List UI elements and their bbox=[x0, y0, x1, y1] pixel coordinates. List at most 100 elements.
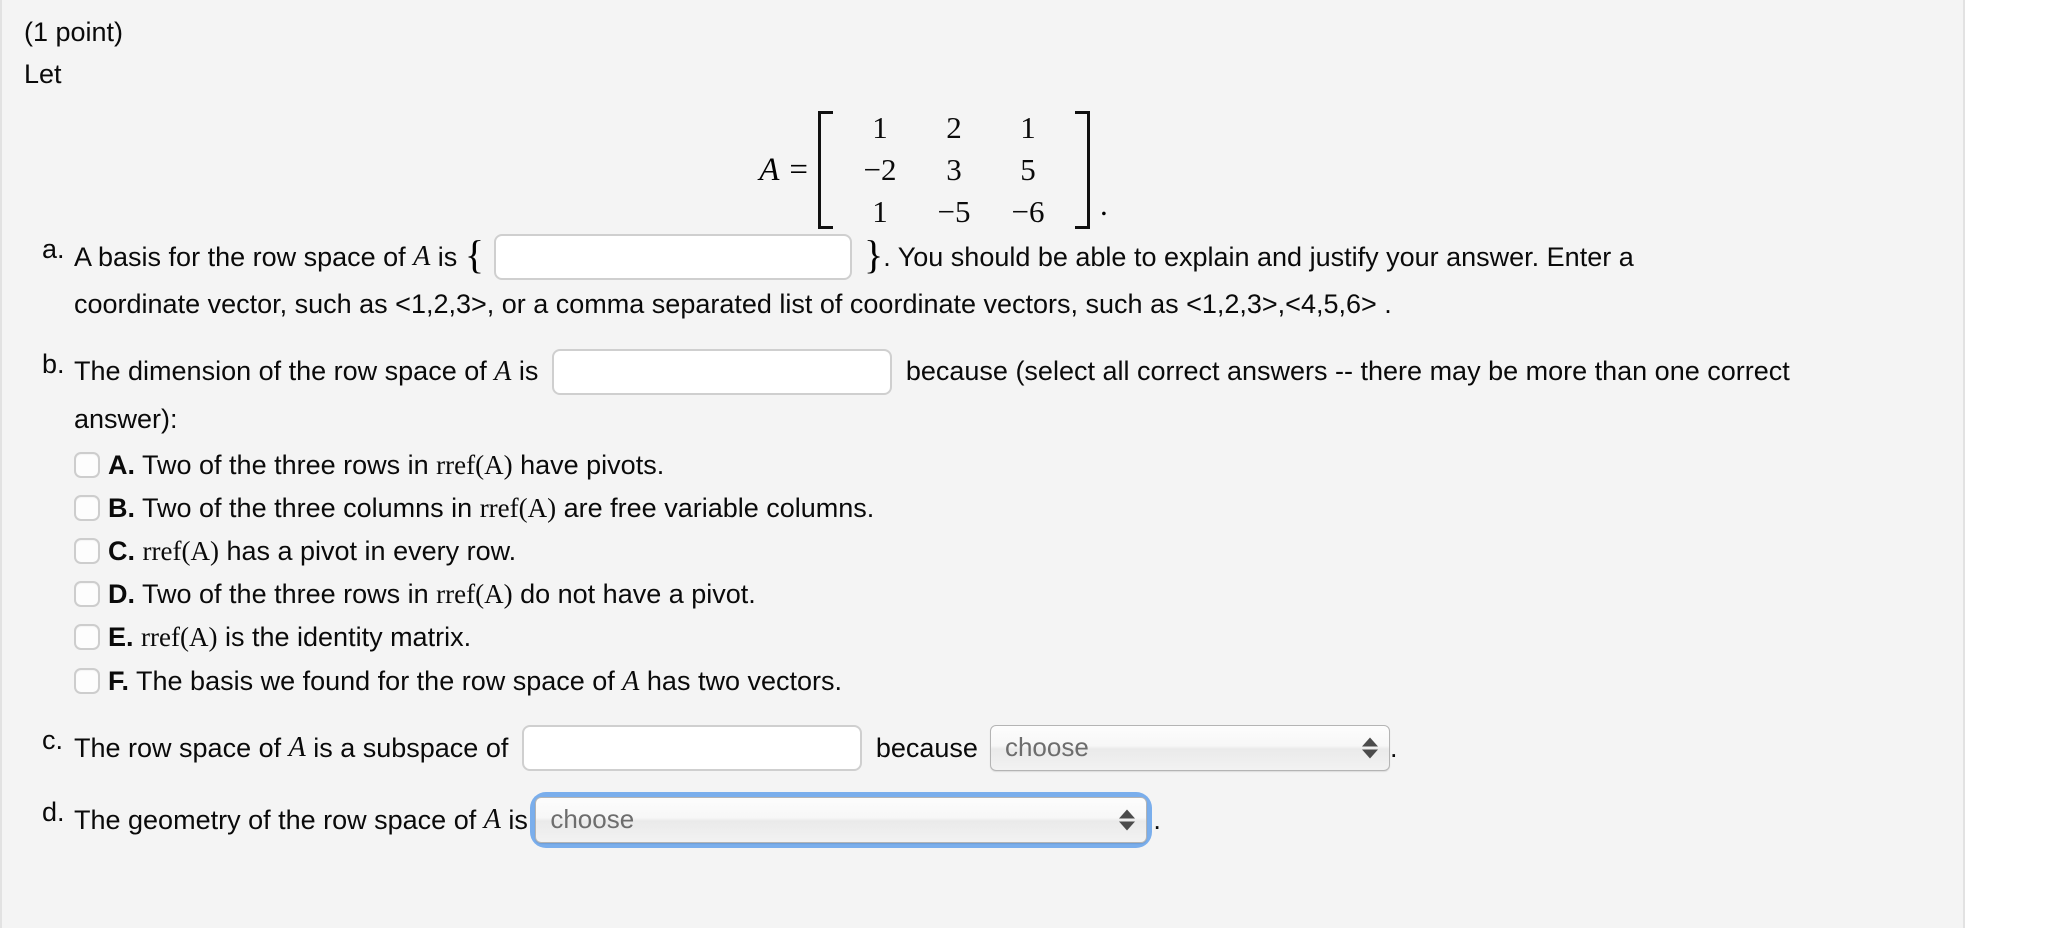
option-e-suffix: is the identity matrix. bbox=[217, 622, 472, 653]
option-a-label: A. Two of the three rows in rref(A) have… bbox=[108, 447, 664, 483]
part-d-select-value: choose bbox=[550, 804, 635, 835]
part-a-open-brace: { bbox=[464, 232, 485, 278]
matrix-cell: −6 bbox=[1011, 194, 1045, 230]
matrix-name: A bbox=[759, 151, 780, 188]
option-e-checkbox[interactable] bbox=[74, 624, 100, 651]
option-c-suffix: has a pivot in every row. bbox=[218, 536, 517, 567]
option-b-checkbox[interactable] bbox=[74, 494, 100, 521]
part-c-reason-select[interactable]: choose bbox=[989, 724, 1390, 771]
problem-pane: (1 point) Let A = 1 2 1 −2 3 5 1 −5 −6 .… bbox=[0, 0, 1965, 928]
option-d-prefix: Two of the three rows in bbox=[135, 579, 437, 610]
option-a-prefix: Two of the three rows in bbox=[135, 449, 437, 480]
problem-content: (1 point) Let A = 1 2 1 −2 3 5 1 −5 −6 .… bbox=[24, 14, 1963, 869]
option-b[interactable]: B. Two of the three columns in rref(A) a… bbox=[74, 490, 1963, 526]
option-b-suffix: are free variable columns. bbox=[556, 492, 875, 523]
points-label: (1 point) bbox=[24, 17, 124, 47]
option-f-letter: F. bbox=[108, 665, 130, 696]
option-d-suffix: do not have a pivot. bbox=[512, 579, 756, 610]
option-a[interactable]: A. Two of the three rows in rref(A) have… bbox=[74, 447, 1963, 483]
option-a-func: rref(A) bbox=[436, 449, 513, 480]
matrix-row: −2 3 5 bbox=[843, 149, 1065, 191]
option-b-letter: B. bbox=[108, 492, 135, 523]
matrix-cell: −2 bbox=[863, 152, 897, 188]
part-c-because-label: because bbox=[875, 732, 978, 763]
option-f-func: A bbox=[622, 665, 640, 697]
part-d-text-before: The geometry of the row space of bbox=[74, 804, 484, 835]
option-d-checkbox[interactable] bbox=[74, 581, 100, 608]
option-b-prefix: Two of the three columns in bbox=[135, 492, 480, 523]
question-part-a: a. A basis for the row space of A is { }… bbox=[24, 234, 1963, 322]
option-f-suffix: has two vectors. bbox=[639, 665, 842, 696]
option-b-label: B. Two of the three columns in rref(A) a… bbox=[108, 490, 874, 526]
option-e-func: rref(A) bbox=[141, 622, 218, 653]
row-space-subspace-input[interactable] bbox=[521, 724, 862, 771]
part-b-option-list: A. Two of the three rows in rref(A) have… bbox=[74, 447, 1963, 699]
row-space-basis-input[interactable] bbox=[494, 234, 853, 281]
option-e-prefix bbox=[134, 622, 142, 652]
option-d[interactable]: D. Two of the three rows in rref(A) do n… bbox=[74, 576, 1963, 612]
option-a-suffix: have pivots. bbox=[512, 449, 665, 480]
stepper-arrows-icon bbox=[1119, 809, 1136, 831]
option-f-prefix: The basis we found for the row space of bbox=[129, 665, 623, 696]
part-c-period: . bbox=[1389, 732, 1398, 763]
option-a-checkbox[interactable] bbox=[74, 451, 100, 478]
row-space-dimension-input[interactable] bbox=[551, 348, 892, 395]
part-a-label: a. bbox=[42, 234, 65, 265]
part-c-label: c. bbox=[42, 724, 64, 755]
part-c-select-value: choose bbox=[1004, 732, 1089, 763]
part-a-text-before: A basis for the row space of bbox=[74, 242, 414, 273]
option-c-label: C. rref(A) has a pivot in every row. bbox=[108, 533, 516, 569]
part-d-select-wrap: choose bbox=[535, 796, 1148, 843]
part-d-period: . bbox=[1153, 804, 1161, 835]
matrix-cell: 1 bbox=[872, 110, 888, 146]
part-a-matrix-var: A bbox=[413, 241, 431, 273]
question-list: a. A basis for the row space of A is { }… bbox=[24, 234, 1963, 843]
part-b-matrix-var: A bbox=[494, 355, 512, 387]
option-f-label: F. The basis we found for the row space … bbox=[108, 663, 842, 699]
part-a-text-tail: . You should be able to explain and just… bbox=[883, 242, 1634, 273]
matrix-cell: 1 bbox=[872, 194, 888, 230]
part-d-label: d. bbox=[42, 796, 65, 827]
page-root: (1 point) Let A = 1 2 1 −2 3 5 1 −5 −6 .… bbox=[0, 0, 2056, 928]
matrix-bracket-left bbox=[818, 111, 834, 230]
stepper-arrows-icon bbox=[1361, 737, 1378, 759]
option-d-letter: D. bbox=[108, 579, 135, 610]
part-a-line2: coordinate vector, such as <1,2,3>, or a… bbox=[74, 289, 1392, 320]
part-d-line1: The geometry of the row space of A is ch… bbox=[74, 796, 1963, 843]
option-c-func: rref(A) bbox=[142, 536, 219, 567]
option-e[interactable]: E. rref(A) is the identity matrix. bbox=[74, 619, 1963, 655]
part-c-matrix-var: A bbox=[288, 731, 306, 763]
part-b-line1: The dimension of the row space of A is b… bbox=[74, 348, 1963, 395]
option-c-checkbox[interactable] bbox=[74, 538, 100, 565]
let-label: Let bbox=[24, 59, 62, 90]
option-e-label: E. rref(A) is the identity matrix. bbox=[108, 619, 471, 655]
part-d-geometry-select[interactable]: choose bbox=[535, 796, 1148, 843]
option-e-letter: E. bbox=[108, 622, 134, 653]
part-c-text-after: is a subspace of bbox=[305, 732, 516, 763]
equals-sign: = bbox=[789, 151, 809, 188]
part-a-close-brace: } bbox=[864, 232, 884, 278]
option-f-checkbox[interactable] bbox=[74, 667, 100, 694]
matrix-cell: 3 bbox=[946, 152, 962, 188]
option-f[interactable]: F. The basis we found for the row space … bbox=[74, 663, 1963, 699]
part-d-text-after: is bbox=[500, 804, 536, 835]
matrix-cell: 1 bbox=[1020, 110, 1036, 146]
option-b-func: rref(A) bbox=[479, 492, 557, 523]
part-b-text-tail: because (select all correct answers -- t… bbox=[905, 356, 1790, 387]
matrix-cell: 2 bbox=[946, 110, 962, 146]
part-b-line2: answer): bbox=[74, 403, 178, 434]
matrix-row: 1 2 1 bbox=[843, 107, 1065, 149]
part-c-text-before: The row space of bbox=[74, 732, 289, 763]
option-d-label: D. Two of the three rows in rref(A) do n… bbox=[108, 576, 756, 612]
part-d-matrix-var: A bbox=[483, 803, 501, 835]
option-c-prefix bbox=[135, 536, 143, 566]
part-c-select-wrap: choose bbox=[989, 724, 1390, 771]
option-a-letter: A. bbox=[108, 449, 135, 480]
option-c[interactable]: C. rref(A) has a pivot in every row. bbox=[74, 533, 1963, 569]
part-b-text-before: The dimension of the row space of bbox=[74, 356, 495, 387]
matrix-row: 1 −5 −6 bbox=[843, 191, 1065, 233]
part-b-text-after: is bbox=[511, 356, 546, 387]
matrix-cell: −5 bbox=[937, 194, 971, 230]
part-c-line1: The row space of A is a subspace of beca… bbox=[74, 724, 1963, 771]
matrix-cell: 5 bbox=[1020, 152, 1036, 188]
